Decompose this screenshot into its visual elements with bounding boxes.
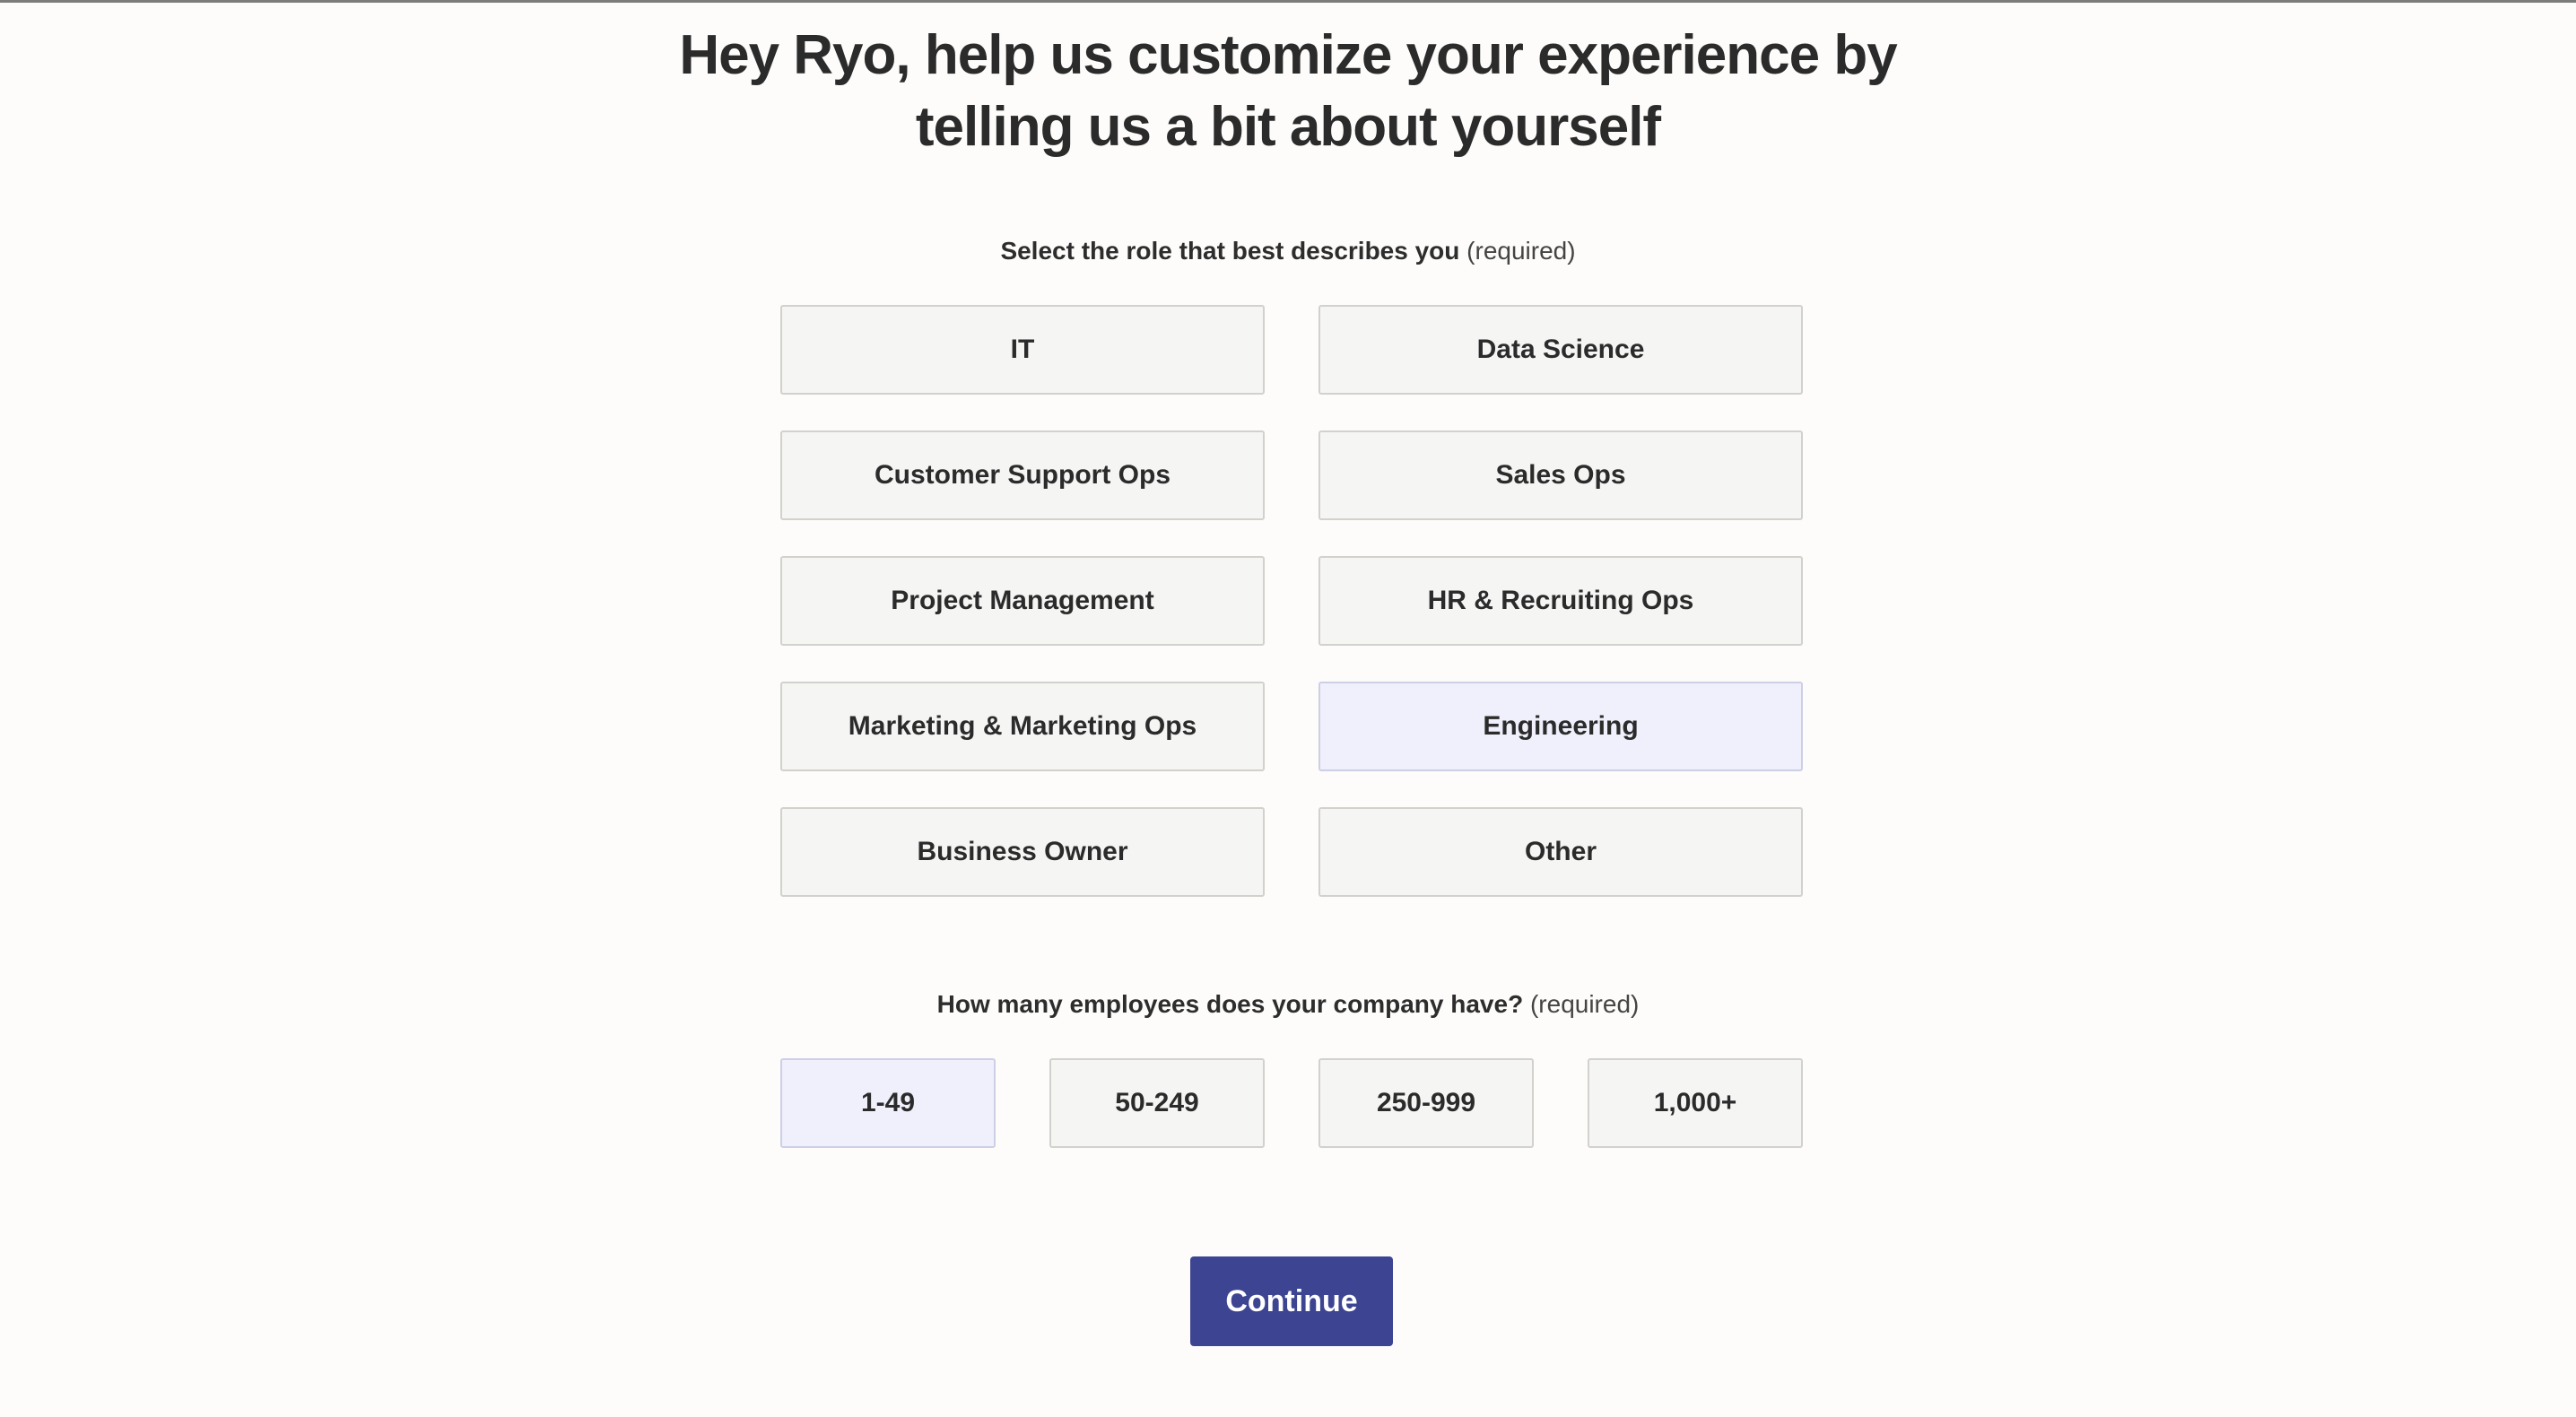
employees-option-1-49[interactable]: 1-49 (780, 1058, 996, 1148)
role-option-marketing-ops[interactable]: Marketing & Marketing Ops (780, 682, 1265, 771)
employees-option-250-999[interactable]: 250-999 (1318, 1058, 1534, 1148)
role-option-project-management[interactable]: Project Management (780, 556, 1265, 646)
page-title: Hey Ryo, help us customize your experien… (570, 20, 2006, 163)
employees-question: How many employees does your company hav… (570, 987, 2006, 1022)
employees-required-note: (required) (1529, 990, 1640, 1018)
role-question-text: Select the role that best describes you (1000, 237, 1460, 265)
role-option-data-science[interactable]: Data Science (1318, 305, 1803, 395)
employees-option-1000-plus[interactable]: 1,000+ (1588, 1058, 1803, 1148)
employees-option-50-249[interactable]: 50-249 (1049, 1058, 1265, 1148)
role-required-note: (required) (1466, 237, 1576, 265)
role-option-customer-support-ops[interactable]: Customer Support Ops (780, 430, 1265, 520)
title-line-1: Hey Ryo, help us customize your experien… (679, 24, 1897, 86)
role-option-sales-ops[interactable]: Sales Ops (1318, 430, 1803, 520)
role-option-it[interactable]: IT (780, 305, 1265, 395)
role-option-business-owner[interactable]: Business Owner (780, 807, 1265, 897)
continue-button[interactable]: Continue (1190, 1256, 1393, 1346)
role-option-hr-recruiting-ops[interactable]: HR & Recruiting Ops (1318, 556, 1803, 646)
role-option-engineering[interactable]: Engineering (1318, 682, 1803, 771)
role-question: Select the role that best describes you … (570, 233, 2006, 269)
title-line-2: telling us a bit about yourself (915, 96, 1661, 158)
role-option-other[interactable]: Other (1318, 807, 1803, 897)
onboarding-page: Hey Ryo, help us customize your experien… (0, 0, 2576, 1417)
employees-question-text: How many employees does your company hav… (936, 990, 1524, 1018)
